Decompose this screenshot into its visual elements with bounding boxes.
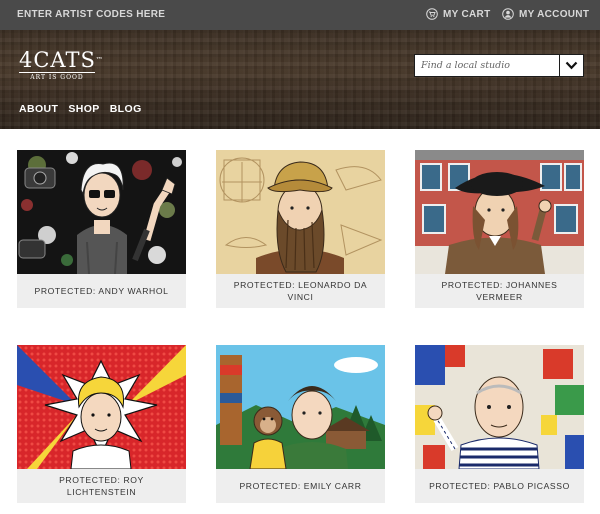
artist-card[interactable]: PROTECTED: EMILY CARR (216, 345, 385, 503)
artist-card[interactable]: PROTECTED: PABLO PICASSO (415, 345, 584, 503)
artist-card-caption: PROTECTED: LEONARDO DA VINCI (233, 280, 368, 302)
logo-wordmark: 4CATS™ (19, 48, 104, 72)
main-nav: ABOUT SHOP BLOG (19, 103, 142, 115)
artist-card[interactable]: PROTECTED: ANDY WARHOL (17, 150, 186, 308)
artist-card-caption: PROTECTED: EMILY CARR (239, 481, 362, 491)
artist-illustration (17, 150, 186, 274)
chevron-down-icon[interactable] (559, 55, 583, 76)
artist-illustration (415, 150, 584, 274)
studio-search-select[interactable]: Find a local studio (414, 54, 584, 77)
my-cart-link[interactable]: MY CART (426, 8, 490, 20)
top-bar: ENTER ARTIST CODES HERE MY CART MY ACCOU… (0, 0, 600, 30)
artist-card[interactable]: PROTECTED: ROY LICHTENSTEIN (17, 345, 186, 503)
nav-blog[interactable]: BLOG (110, 103, 142, 115)
artist-illustration (415, 345, 584, 469)
artist-illustration (17, 345, 186, 469)
artist-card-caption: PROTECTED: PABLO PICASSO (429, 481, 570, 491)
my-account-link[interactable]: MY ACCOUNT (502, 8, 589, 20)
artist-card-caption: PROTECTED: ROY LICHTENSTEIN (59, 475, 144, 497)
nav-shop[interactable]: SHOP (68, 103, 99, 115)
user-icon (502, 8, 514, 20)
nav-about[interactable]: ABOUT (19, 103, 58, 115)
cart-icon (426, 8, 438, 20)
artist-card[interactable]: PROTECTED: JOHANNES VERMEER (415, 150, 584, 308)
artist-card-caption: PROTECTED: ANDY WARHOL (34, 286, 169, 296)
artist-card-caption: PROTECTED: JOHANNES VERMEER (441, 280, 558, 302)
site-header: 4CATS™ ART IS GOOD Find a local studio A… (0, 30, 600, 129)
enter-artist-codes-link[interactable]: ENTER ARTIST CODES HERE (17, 9, 165, 20)
logo-tagline: ART IS GOOD (19, 72, 95, 81)
site-logo[interactable]: 4CATS™ ART IS GOOD (19, 49, 104, 81)
my-cart-label: MY CART (443, 8, 491, 20)
artist-illustration (216, 345, 385, 469)
my-account-label: MY ACCOUNT (519, 8, 590, 20)
artist-illustration (216, 150, 385, 274)
artist-card[interactable]: PROTECTED: LEONARDO DA VINCI (216, 150, 385, 308)
studio-search-placeholder: Find a local studio (421, 60, 510, 71)
